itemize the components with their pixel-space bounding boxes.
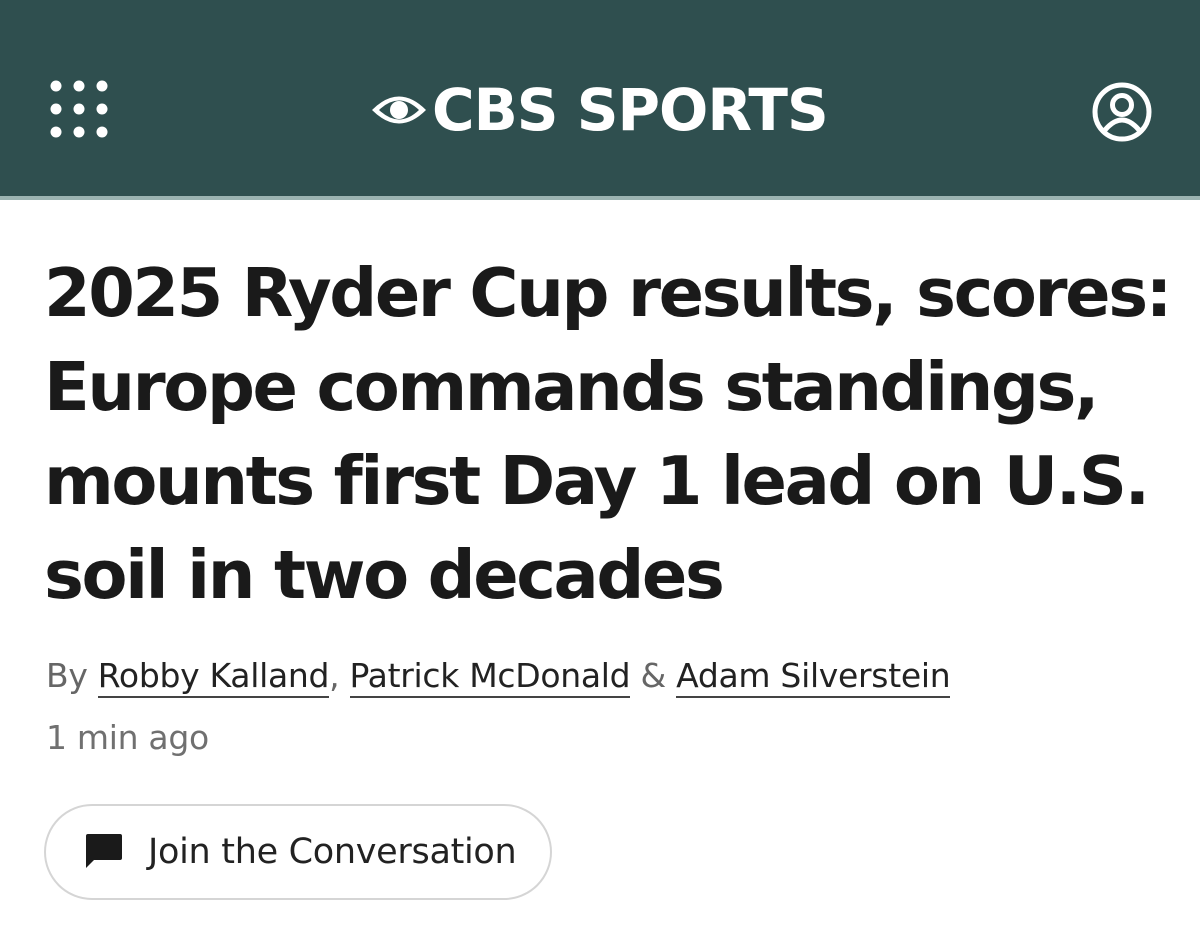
join-conversation-button[interactable]: Join the Conversation xyxy=(44,804,552,900)
author-link-robby-kalland[interactable]: Robby Kalland xyxy=(97,656,329,698)
article-byline: By Robby Kalland, Patrick McDonald & Ada… xyxy=(46,652,951,704)
grid-dots-icon xyxy=(50,80,108,138)
author-link-patrick-mcdonald[interactable]: Patrick McDonald xyxy=(349,656,631,698)
site-header: CBS SPORTS xyxy=(0,0,1200,200)
cbs-sports-logo[interactable]: CBS SPORTS xyxy=(370,76,829,144)
byline-prefix: By xyxy=(46,656,88,695)
byline-ampersand: & xyxy=(640,656,666,695)
menu-button[interactable] xyxy=(44,74,114,144)
account-button[interactable] xyxy=(1090,80,1154,144)
byline-comma: , xyxy=(329,656,340,695)
author-link-adam-silverstein[interactable]: Adam Silverstein xyxy=(676,656,951,698)
article-headline: 2025 Ryder Cup results, scores: Europe c… xyxy=(44,254,1172,614)
article-timestamp: 1 min ago xyxy=(46,718,209,757)
user-circle-icon xyxy=(1092,82,1152,142)
join-conversation-label: Join the Conversation xyxy=(148,832,517,872)
chat-bubble-icon xyxy=(82,832,124,872)
cbs-eye-icon xyxy=(372,96,426,124)
logo-text: CBS SPORTS xyxy=(432,76,829,144)
